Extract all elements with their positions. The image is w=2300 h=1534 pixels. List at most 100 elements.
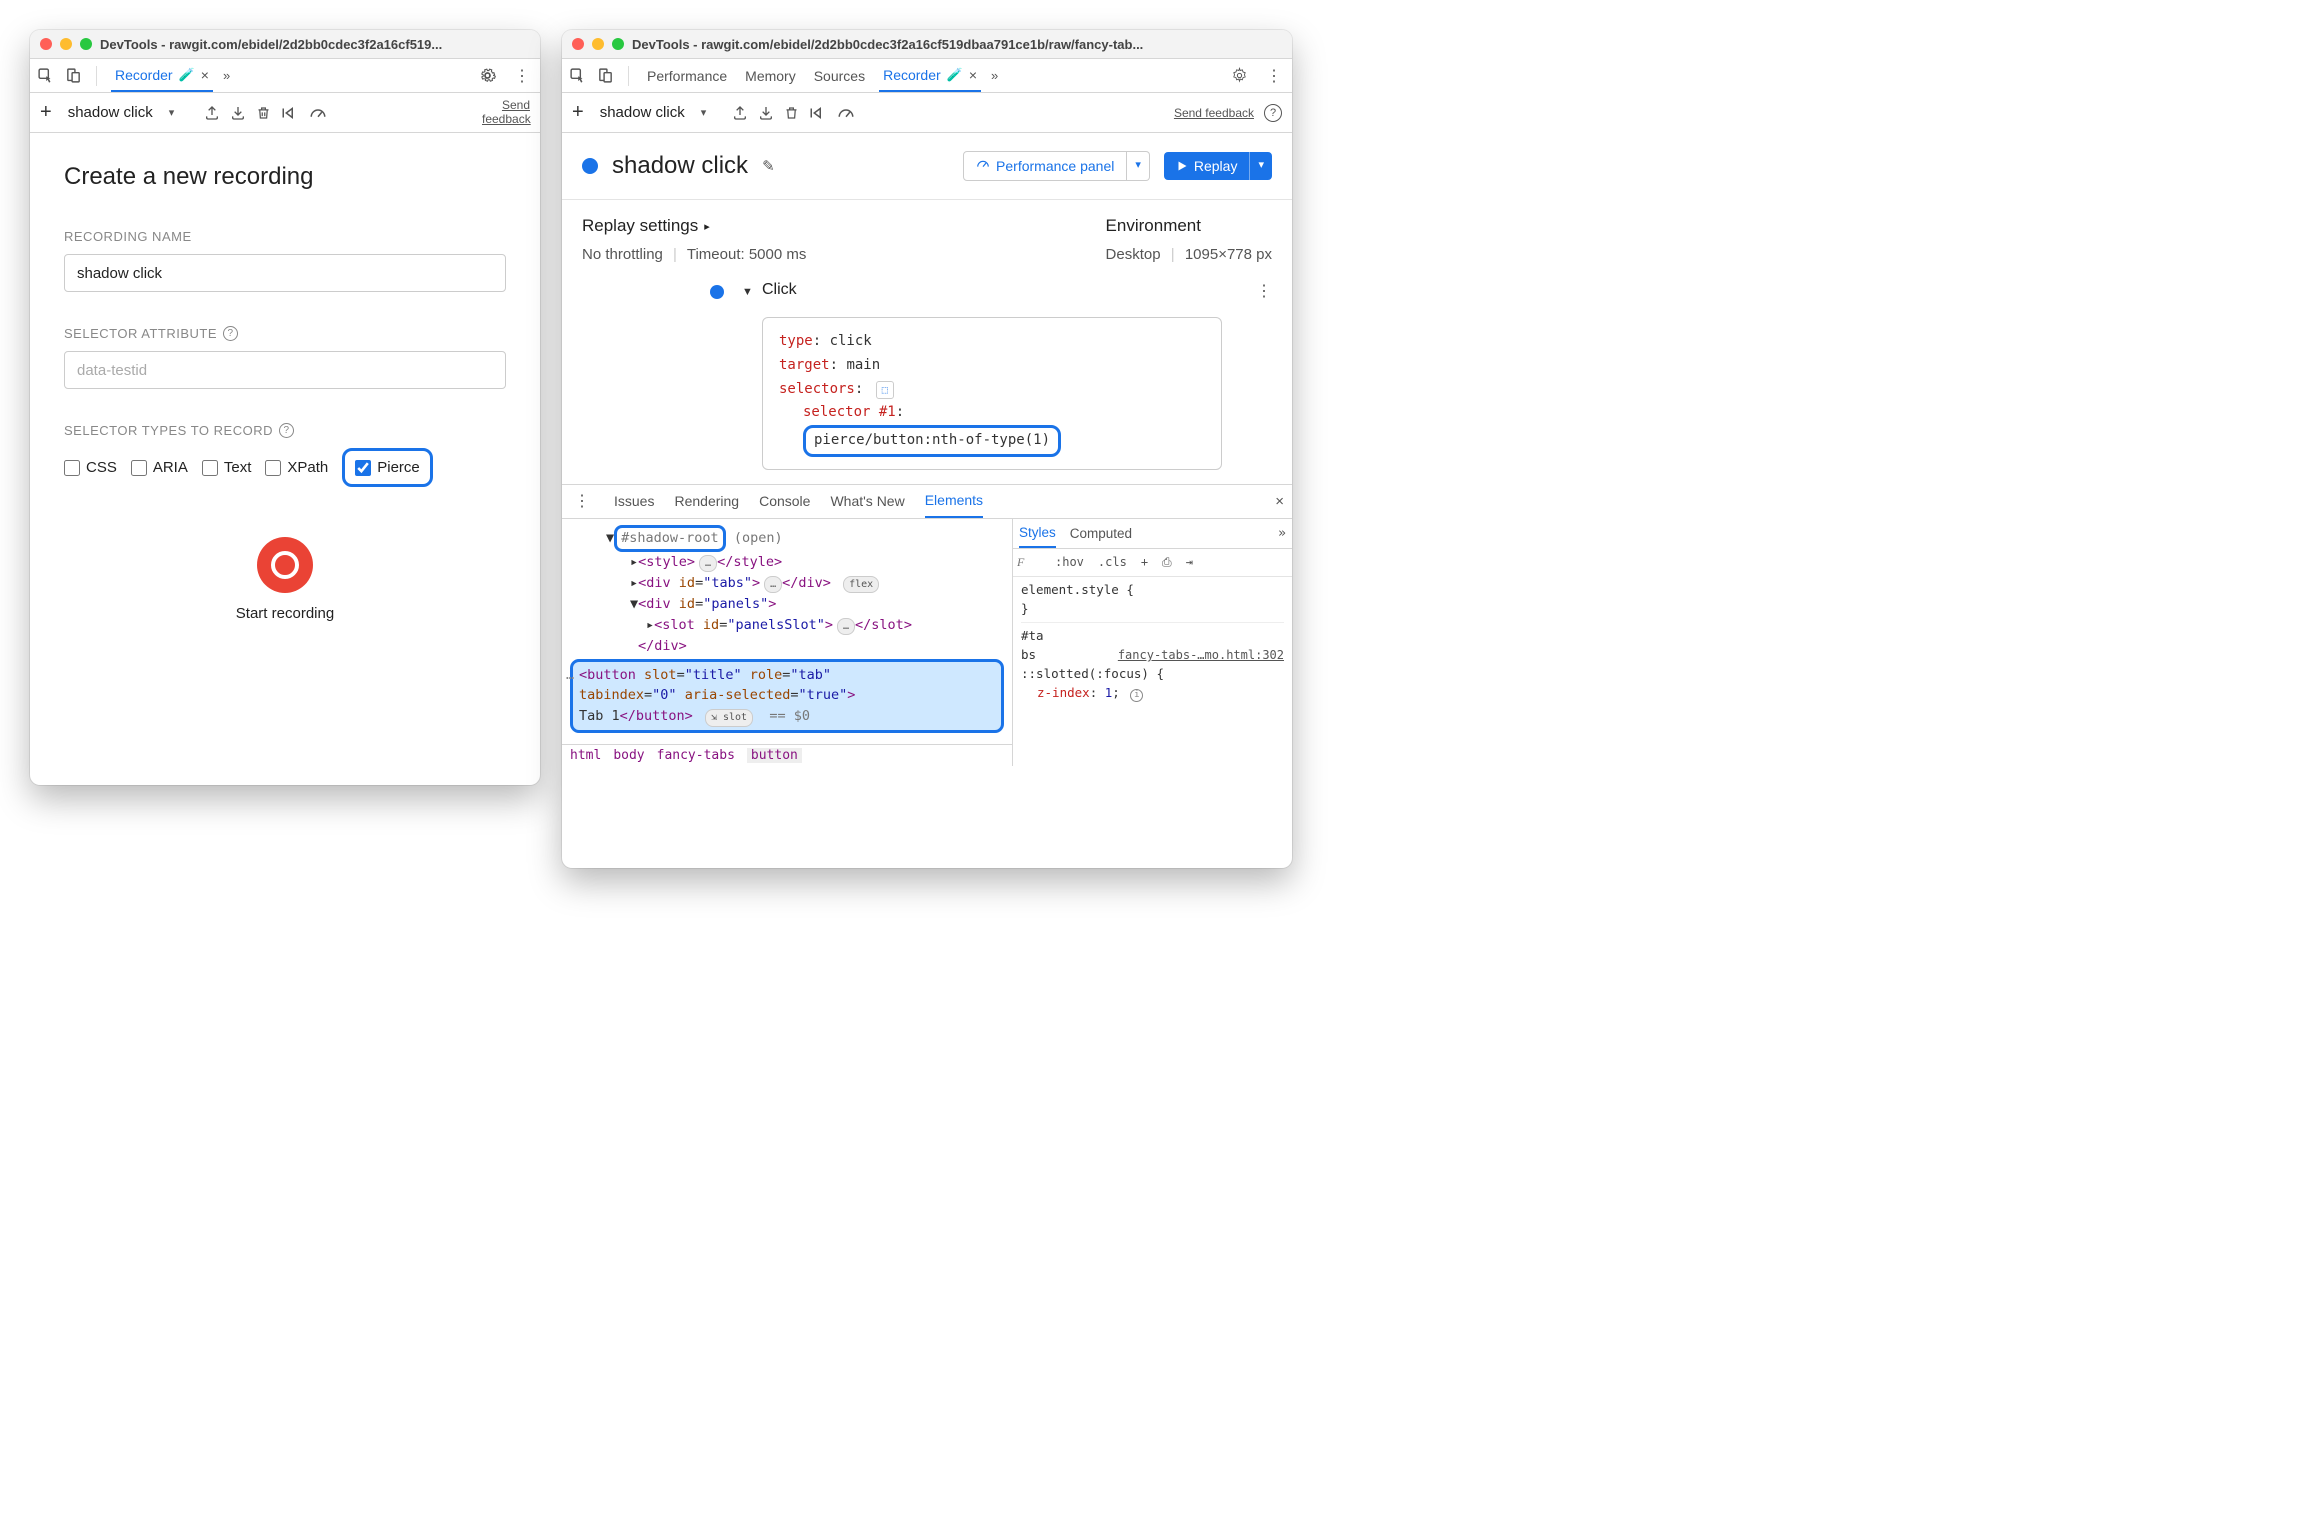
start-recording-label: Start recording: [64, 605, 506, 622]
timeout-value: Timeout: 5000 ms: [687, 246, 807, 263]
disclosure-icon[interactable]: ▼: [742, 286, 753, 298]
gear-icon[interactable]: [1227, 67, 1252, 84]
toggle-sidebar-icon[interactable]: ⇥: [1182, 555, 1197, 569]
zoom-dot[interactable]: [80, 38, 92, 50]
style-rules[interactable]: element.style { } #tabs fancy-tabs-…mo.h…: [1013, 577, 1292, 707]
replay-button[interactable]: Replay ▾: [1164, 152, 1272, 180]
tab-recorder[interactable]: Recorder 🧪 ×: [879, 59, 981, 92]
kebab-icon[interactable]: ⋮: [570, 491, 594, 511]
chevron-down-icon[interactable]: ▾: [701, 106, 707, 119]
inspect-icon[interactable]: [568, 67, 586, 85]
close-tab-icon[interactable]: ×: [969, 67, 977, 83]
page-heading: Create a new recording: [64, 163, 506, 191]
drawer-tab-rendering[interactable]: Rendering: [674, 485, 739, 518]
styles-tab-styles[interactable]: Styles: [1019, 519, 1056, 548]
tab-performance[interactable]: Performance: [643, 59, 731, 92]
computed-styles-icon[interactable]: ⎙: [1158, 555, 1176, 570]
crumb-fancy-tabs[interactable]: fancy-tabs: [657, 748, 735, 763]
more-tabs-icon[interactable]: »: [223, 68, 230, 83]
trash-icon[interactable]: [256, 105, 271, 121]
edit-icon[interactable]: ✎: [762, 157, 775, 175]
send-feedback-link[interactable]: Send feedback: [1174, 106, 1254, 120]
gear-icon[interactable]: [475, 67, 500, 84]
environment-heading: Environment: [1106, 216, 1272, 236]
styles-filter-input[interactable]: [1017, 555, 1045, 570]
tab-sources[interactable]: Sources: [810, 59, 869, 92]
styles-tab-computed[interactable]: Computed: [1070, 526, 1132, 541]
selected-dom-node[interactable]: … <button slot="title" role="tab" tabind…: [570, 659, 1004, 734]
cls-button[interactable]: .cls: [1094, 555, 1131, 569]
drawer-tab-whats-new[interactable]: What's New: [830, 485, 904, 518]
new-recording-icon[interactable]: +: [40, 101, 52, 124]
check-pierce[interactable]: Pierce: [342, 448, 433, 487]
trash-icon[interactable]: [784, 105, 799, 121]
minimize-dot[interactable]: [60, 38, 72, 50]
check-xpath[interactable]: XPath: [265, 459, 328, 476]
record-button[interactable]: [257, 537, 313, 593]
devtools-window-left: DevTools - rawgit.com/ebidel/2d2bb0cdec3…: [30, 30, 540, 785]
kebab-icon[interactable]: ⋮: [510, 66, 534, 86]
new-rule-icon[interactable]: +: [1137, 555, 1152, 569]
import-icon[interactable]: [230, 105, 246, 121]
speed-icon[interactable]: [309, 106, 327, 120]
devtools-tabbar: Recorder 🧪 × » ⋮: [30, 59, 540, 93]
kebab-icon[interactable]: ⋮: [1262, 66, 1286, 86]
crumb-body[interactable]: body: [613, 748, 644, 763]
info-icon[interactable]: i: [1130, 689, 1143, 702]
recording-name-label: RECORDING NAME: [64, 229, 506, 244]
speed-icon[interactable]: [837, 106, 855, 120]
hov-button[interactable]: :hov: [1051, 555, 1088, 569]
selector-attribute-input[interactable]: [64, 351, 506, 389]
tab-recorder[interactable]: Recorder 🧪 ×: [111, 59, 213, 92]
close-tab-icon[interactable]: ×: [201, 67, 209, 83]
drawer-tabs: ⋮ Issues Rendering Console What's New El…: [562, 485, 1292, 519]
step-icon[interactable]: [281, 106, 299, 120]
step-details: type: click target: main selectors: ⬚ se…: [762, 317, 1222, 470]
crumb-html[interactable]: html: [570, 748, 601, 763]
more-tabs-icon[interactable]: »: [991, 68, 998, 83]
step-icon[interactable]: [809, 106, 827, 120]
chevron-down-icon[interactable]: ▾: [1249, 152, 1272, 180]
select-element-icon[interactable]: ⬚: [876, 381, 894, 399]
dom-tree[interactable]: ▼#shadow-root (open) ▸<style>…</style> ▸…: [562, 519, 1012, 744]
device-toggle-icon[interactable]: [596, 67, 614, 85]
minimize-dot[interactable]: [592, 38, 604, 50]
tab-memory[interactable]: Memory: [741, 59, 800, 92]
devtools-window-right: DevTools - rawgit.com/ebidel/2d2bb0cdec3…: [562, 30, 1292, 868]
drawer-tab-issues[interactable]: Issues: [614, 485, 654, 518]
recording-title: shadow click: [612, 152, 748, 180]
kebab-icon[interactable]: ⋮: [1256, 281, 1272, 301]
new-recording-icon[interactable]: +: [572, 101, 584, 124]
close-dot[interactable]: [572, 38, 584, 50]
close-drawer-icon[interactable]: ×: [1275, 493, 1284, 510]
check-text[interactable]: Text: [202, 459, 252, 476]
source-link[interactable]: fancy-tabs-…mo.html:302: [1118, 646, 1284, 664]
styles-tabs: Styles Computed »: [1013, 519, 1292, 549]
zoom-dot[interactable]: [612, 38, 624, 50]
help-icon[interactable]: ?: [223, 326, 238, 341]
chevron-down-icon[interactable]: ▾: [1127, 151, 1150, 181]
close-dot[interactable]: [40, 38, 52, 50]
drawer-tab-console[interactable]: Console: [759, 485, 810, 518]
check-aria[interactable]: ARIA: [131, 459, 188, 476]
send-feedback-link[interactable]: Send feedback: [482, 99, 530, 125]
check-css[interactable]: CSS: [64, 459, 117, 476]
export-icon[interactable]: [204, 105, 220, 121]
more-tabs-icon[interactable]: »: [1278, 526, 1286, 541]
crumb-button[interactable]: button: [747, 748, 802, 763]
replay-settings-heading[interactable]: Replay settings ▸: [582, 216, 806, 236]
performance-panel-button[interactable]: Performance panel ▾: [963, 151, 1150, 181]
export-icon[interactable]: [732, 105, 748, 121]
recording-name-input[interactable]: [64, 254, 506, 292]
help-icon[interactable]: ?: [279, 423, 294, 438]
recorder-toolbar: + shadow click ▾ Send feedback: [30, 93, 540, 133]
chevron-down-icon[interactable]: ▾: [169, 106, 175, 119]
import-icon[interactable]: [758, 105, 774, 121]
inspect-icon[interactable]: [36, 67, 54, 85]
dom-breadcrumbs[interactable]: html body fancy-tabs button: [562, 744, 1012, 766]
window-title: DevTools - rawgit.com/ebidel/2d2bb0cdec3…: [100, 37, 442, 52]
step-name: Click: [762, 281, 797, 299]
help-icon[interactable]: ?: [1264, 104, 1282, 122]
device-toggle-icon[interactable]: [64, 67, 82, 85]
drawer-tab-elements[interactable]: Elements: [925, 485, 983, 518]
